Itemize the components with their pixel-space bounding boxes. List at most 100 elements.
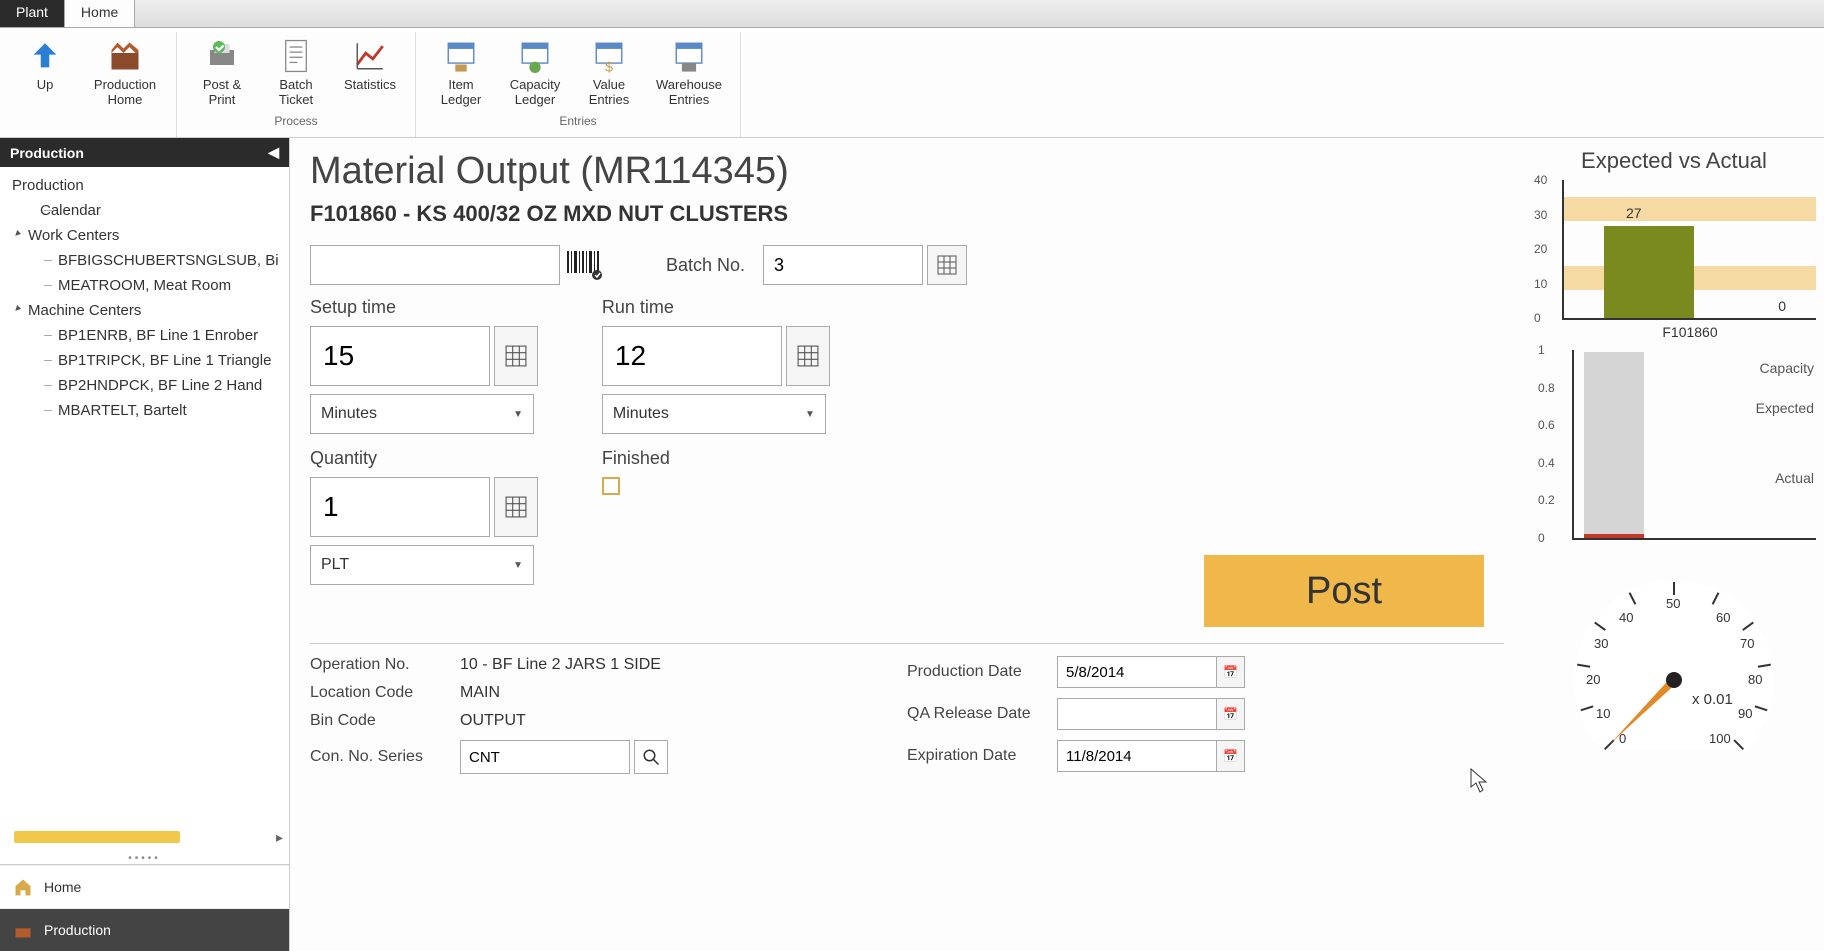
setup-time-label: Setup time bbox=[310, 297, 538, 318]
svg-text:20: 20 bbox=[1586, 672, 1600, 687]
post-print-button[interactable]: Post & Print bbox=[185, 32, 259, 112]
svg-text:80: 80 bbox=[1748, 672, 1762, 687]
calendar-icon: 📅 bbox=[1223, 749, 1238, 763]
collapse-icon[interactable]: ◀ bbox=[268, 144, 279, 161]
sidebar-hscroll[interactable] bbox=[14, 831, 180, 843]
details-panel: Operation No.10 - BF Line 2 JARS 1 SIDE … bbox=[310, 643, 1504, 784]
production-home-icon bbox=[105, 36, 145, 76]
barcode-input[interactable] bbox=[310, 245, 560, 285]
qty-unit-dropdown[interactable]: PLT▼ bbox=[310, 545, 534, 585]
nav-tree: Production Calendar Work Centers BFBIGSC… bbox=[0, 167, 289, 825]
production-date-input[interactable] bbox=[1057, 656, 1217, 688]
tree-wc-item[interactable]: MEATROOM, Meat Room bbox=[0, 273, 289, 298]
calendar-icon: 📅 bbox=[1223, 665, 1238, 679]
chevron-down-icon: ▼ bbox=[513, 409, 523, 420]
svg-text:30: 30 bbox=[1594, 636, 1608, 651]
batch-no-input[interactable] bbox=[763, 245, 923, 285]
expiration-date-label: Expiration Date bbox=[907, 747, 1057, 765]
legend-expected: Expected bbox=[1756, 400, 1814, 416]
run-time-input[interactable] bbox=[602, 326, 782, 386]
setup-unit-dropdown[interactable]: Minutes▼ bbox=[310, 394, 534, 434]
production-date-picker[interactable]: 📅 bbox=[1217, 656, 1245, 688]
tree-wc-item[interactable]: BFBIGSCHUBERTSNGLSUB, Bi bbox=[0, 248, 289, 273]
sidebar-footer: Home Production bbox=[0, 864, 289, 951]
quantity-input[interactable] bbox=[310, 477, 490, 537]
expected-vs-actual-chart: 40 30 20 10 0 27 0 F101860 bbox=[1562, 180, 1816, 320]
chevron-down-icon: ▼ bbox=[513, 560, 523, 571]
tree-calendar[interactable]: Calendar bbox=[0, 198, 289, 223]
setup-time-input[interactable] bbox=[310, 326, 490, 386]
tree-mc-item[interactable]: BP1TRIPCK, BF Line 1 Triangle bbox=[0, 348, 289, 373]
post-print-icon bbox=[202, 36, 242, 76]
sidebar-header: Production ◀ bbox=[0, 138, 289, 167]
svg-text:$: $ bbox=[605, 60, 613, 73]
value-entries-button[interactable]: $ Value Entries bbox=[572, 32, 646, 112]
run-unit-dropdown[interactable]: Minutes▼ bbox=[602, 394, 826, 434]
setup-keypad-button[interactable] bbox=[494, 326, 538, 386]
item-ledger-button[interactable]: Item Ledger bbox=[424, 32, 498, 112]
qty-keypad-button[interactable] bbox=[494, 477, 538, 537]
batch-picker-button[interactable] bbox=[927, 245, 967, 285]
finished-label: Finished bbox=[602, 448, 670, 469]
svg-text:10: 10 bbox=[1596, 706, 1610, 721]
statistics-icon bbox=[350, 36, 390, 76]
nav-home[interactable]: Home bbox=[0, 865, 289, 908]
tree-work-centers[interactable]: Work Centers bbox=[0, 223, 289, 248]
form-area: Material Output (MR114345) F101860 - KS … bbox=[290, 138, 1524, 951]
statistics-button[interactable]: Statistics bbox=[333, 32, 407, 112]
process-group-label: Process bbox=[274, 114, 317, 128]
calendar-icon: 📅 bbox=[1223, 707, 1238, 721]
ribbon: Up Production Home Post & Print bbox=[0, 28, 1824, 138]
entries-group-label: Entries bbox=[559, 114, 596, 128]
svg-text:50: 50 bbox=[1666, 596, 1680, 611]
batch-ticket-icon bbox=[276, 36, 316, 76]
grid-icon bbox=[797, 345, 819, 367]
location-code-value: MAIN bbox=[460, 684, 500, 702]
chevron-down-icon: ▼ bbox=[805, 409, 815, 420]
finished-checkbox[interactable] bbox=[602, 477, 620, 495]
production-home-button[interactable]: Production Home bbox=[82, 32, 168, 112]
tree-production[interactable]: Production bbox=[0, 173, 289, 198]
capacity-chart: 1 0.8 0.6 0.4 0.2 0 Capacity Expected Ac… bbox=[1572, 350, 1816, 540]
con-lookup-button[interactable] bbox=[634, 740, 668, 774]
tree-mc-item[interactable]: MBARTELT, Bartelt bbox=[0, 398, 289, 423]
warehouse-entries-button[interactable]: Warehouse Entries bbox=[646, 32, 732, 112]
batch-ticket-button[interactable]: Batch Ticket bbox=[259, 32, 333, 112]
tab-plant[interactable]: Plant bbox=[0, 0, 65, 27]
svg-text:90: 90 bbox=[1738, 706, 1752, 721]
charts-panel: Expected vs Actual 40 30 20 10 0 27 0 F1… bbox=[1524, 138, 1824, 951]
nav-production[interactable]: Production bbox=[0, 908, 289, 951]
legend-actual: Actual bbox=[1775, 470, 1814, 486]
production-date-label: Production Date bbox=[907, 663, 1057, 681]
gauge-value: x 0.01 bbox=[1692, 691, 1733, 708]
capacity-ledger-button[interactable]: Capacity Ledger bbox=[498, 32, 572, 112]
tree-mc-item[interactable]: BP2HNDPCK, BF Line 2 Hand bbox=[0, 373, 289, 398]
warehouse-entries-icon bbox=[669, 36, 709, 76]
tree-mc-item[interactable]: BP1ENRB, BF Line 1 Enrober bbox=[0, 323, 289, 348]
capacity-ledger-icon bbox=[515, 36, 555, 76]
post-button[interactable]: Post bbox=[1204, 555, 1484, 627]
qa-date-picker[interactable]: 📅 bbox=[1217, 698, 1245, 730]
exp-date-picker[interactable]: 📅 bbox=[1217, 740, 1245, 772]
batch-no-label: Batch No. bbox=[666, 255, 745, 276]
factory-icon bbox=[12, 919, 34, 941]
resize-grip-icon[interactable]: ••••• bbox=[0, 853, 289, 864]
value-entries-icon: $ bbox=[589, 36, 629, 76]
tree-machine-centers[interactable]: Machine Centers bbox=[0, 298, 289, 323]
svg-text:40: 40 bbox=[1619, 610, 1633, 625]
svg-text:70: 70 bbox=[1740, 636, 1754, 651]
search-icon bbox=[642, 748, 660, 766]
con-no-series-input[interactable] bbox=[460, 740, 630, 774]
up-button[interactable]: Up bbox=[8, 32, 82, 112]
run-keypad-button[interactable] bbox=[786, 326, 830, 386]
scroll-right-icon[interactable]: ▸ bbox=[276, 829, 283, 846]
operation-no-value: 10 - BF Line 2 JARS 1 SIDE bbox=[460, 656, 661, 674]
speedometer-gauge: 0 10 20 30 40 50 60 70 80 90 100 bbox=[1544, 550, 1804, 750]
expiration-date-input[interactable] bbox=[1057, 740, 1217, 772]
qa-release-date-input[interactable] bbox=[1057, 698, 1217, 730]
operation-no-label: Operation No. bbox=[310, 656, 460, 674]
tab-home[interactable]: Home bbox=[65, 0, 135, 27]
bin-code-value: OUTPUT bbox=[460, 712, 526, 730]
barcode-icon[interactable] bbox=[564, 245, 606, 285]
grid-icon bbox=[937, 255, 957, 275]
